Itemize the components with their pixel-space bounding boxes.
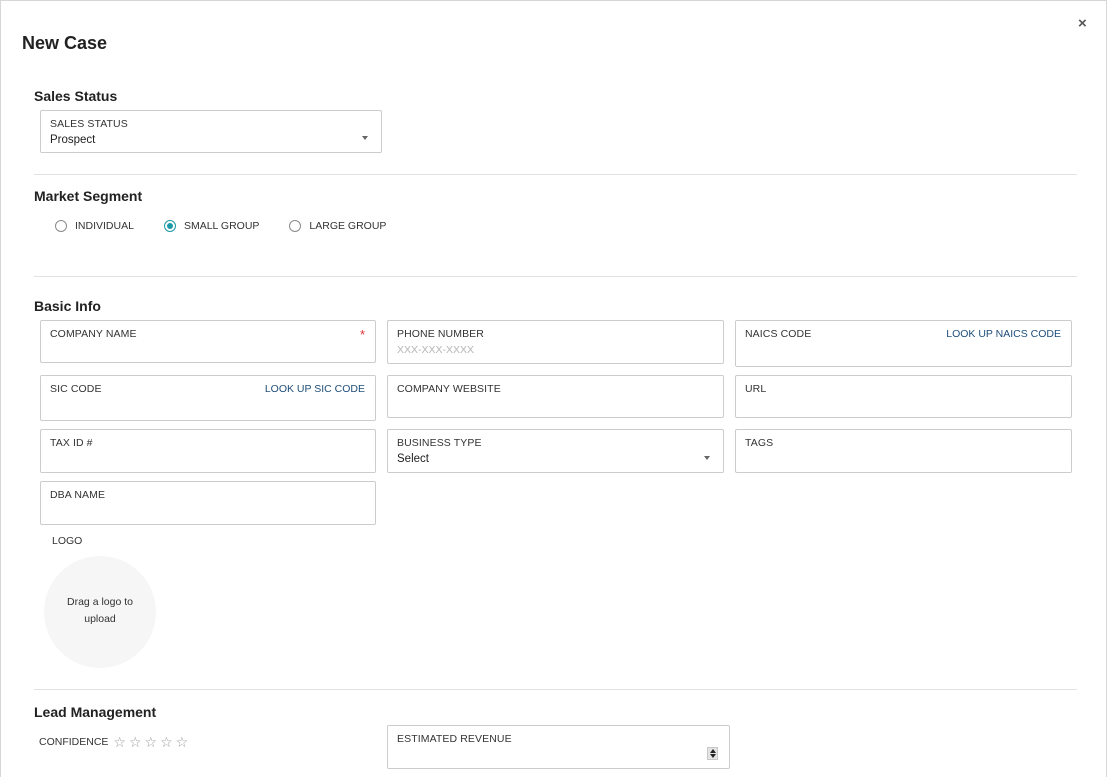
spinner-up-icon[interactable] xyxy=(710,749,716,753)
company-name-label: COMPANY NAME xyxy=(50,328,137,340)
url-field[interactable]: URL xyxy=(735,375,1072,418)
close-icon[interactable]: × xyxy=(1078,15,1087,32)
business-type-value: Select xyxy=(397,453,429,465)
star-icon[interactable]: ☆ xyxy=(145,735,158,749)
section-divider xyxy=(34,689,1077,690)
spinner-down-icon[interactable] xyxy=(710,754,716,758)
estimated-revenue-label: ESTIMATED REVENUE xyxy=(397,733,512,745)
radio-label: INDIVIDUAL xyxy=(75,220,134,232)
logo-dropzone-text-line1: Drag a logo to xyxy=(67,596,133,608)
new-case-modal: New Case × Sales Status SALES STATUS Pro… xyxy=(0,0,1107,777)
lead-management-section-title: Lead Management xyxy=(34,704,157,720)
lookup-naics-code-link[interactable]: LOOK UP NAICS CODE xyxy=(946,328,1061,340)
dba-name-label: DBA NAME xyxy=(50,489,106,501)
tags-field[interactable]: TAGS xyxy=(735,429,1072,473)
company-name-field[interactable]: COMPANY NAME * xyxy=(40,320,376,363)
dba-name-field[interactable]: DBA NAME xyxy=(40,481,376,525)
naics-code-field[interactable]: NAICS CODE LOOK UP NAICS CODE xyxy=(735,320,1072,367)
section-divider xyxy=(34,276,1077,277)
radio-label: SMALL GROUP xyxy=(183,220,260,232)
modal-title: New Case xyxy=(22,33,108,53)
confidence-rating: CONFIDENCE ☆ ☆ ☆ ☆ ☆ xyxy=(39,735,191,749)
sales-status-label: SALES STATUS xyxy=(50,118,128,130)
star-icon[interactable]: ☆ xyxy=(129,735,142,749)
required-asterisk-icon: * xyxy=(359,327,365,342)
number-spinner-icon[interactable] xyxy=(707,747,718,760)
radio-circle-selected[interactable] xyxy=(163,220,176,232)
basic-info-section-title: Basic Info xyxy=(34,298,101,314)
phone-number-field[interactable]: PHONE NUMBER XXX-XXX-XXXX xyxy=(387,320,724,364)
business-type-select[interactable]: BUSINESS TYPE Select xyxy=(387,429,724,473)
section-divider xyxy=(34,174,1077,175)
company-website-label: COMPANY WEBSITE xyxy=(397,383,501,395)
tax-id-label: TAX ID # xyxy=(50,437,93,449)
chevron-down-icon xyxy=(362,136,368,140)
lookup-sic-code-link[interactable]: LOOK UP SIC CODE xyxy=(265,383,365,395)
radio-label: LARGE GROUP xyxy=(309,220,387,232)
chevron-down-icon xyxy=(704,456,710,460)
sales-status-section-title: Sales Status xyxy=(34,88,118,104)
star-icon[interactable]: ☆ xyxy=(160,735,173,749)
market-segment-section-title: Market Segment xyxy=(34,188,143,204)
company-website-field[interactable]: COMPANY WEBSITE xyxy=(387,375,724,418)
star-icon[interactable]: ☆ xyxy=(113,735,126,749)
sic-code-label: SIC CODE xyxy=(50,383,102,395)
radio-individual[interactable]: INDIVIDUAL xyxy=(55,220,134,232)
star-icon[interactable]: ☆ xyxy=(176,735,189,749)
logo-dropzone[interactable]: Drag a logo to upload xyxy=(44,556,156,668)
url-label: URL xyxy=(745,383,767,395)
radio-small-group[interactable]: SMALL GROUP xyxy=(163,220,260,232)
sic-code-field[interactable]: SIC CODE LOOK UP SIC CODE xyxy=(40,375,376,421)
tax-id-field[interactable]: TAX ID # xyxy=(40,429,376,473)
confidence-label: CONFIDENCE xyxy=(39,736,109,748)
business-type-label: BUSINESS TYPE xyxy=(397,437,482,449)
estimated-revenue-field[interactable]: ESTIMATED REVENUE xyxy=(387,725,730,769)
logo-label: LOGO xyxy=(52,535,83,547)
radio-circle[interactable] xyxy=(55,220,67,232)
sales-status-select[interactable]: SALES STATUS Prospect xyxy=(40,110,382,153)
radio-large-group[interactable]: LARGE GROUP xyxy=(289,220,386,232)
sales-status-value: Prospect xyxy=(50,134,96,146)
phone-number-placeholder: XXX-XXX-XXXX xyxy=(397,344,475,356)
market-segment-radio-group: INDIVIDUAL SMALL GROUP LARGE GROUP xyxy=(55,220,416,232)
phone-number-label: PHONE NUMBER xyxy=(397,328,484,340)
logo-dropzone-text-line2: upload xyxy=(84,613,116,625)
tags-label: TAGS xyxy=(745,437,774,449)
radio-circle[interactable] xyxy=(289,220,302,232)
naics-code-label: NAICS CODE xyxy=(745,328,812,340)
